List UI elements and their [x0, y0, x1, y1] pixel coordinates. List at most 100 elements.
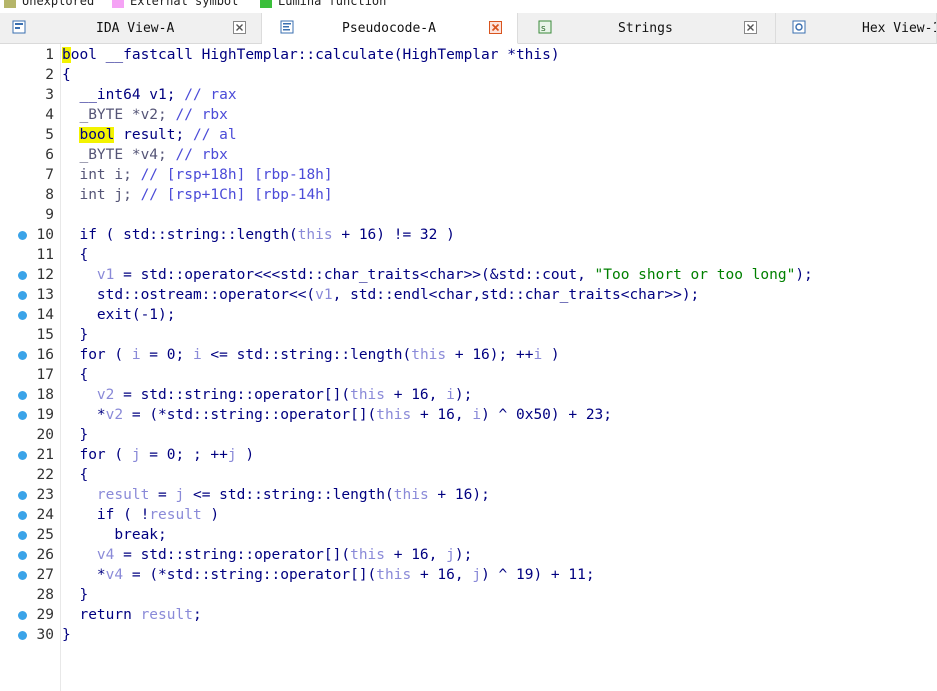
code-line[interactable]: 11 { — [0, 245, 937, 265]
code-line[interactable]: 9 — [0, 205, 937, 225]
breakpoint-marker-icon[interactable] — [18, 351, 27, 360]
line-number: 19 — [36, 407, 54, 423]
code-line[interactable]: 3 __int64 v1; // rax — [0, 85, 937, 105]
pseudocode-icon — [280, 20, 294, 34]
code-line[interactable]: 15 } — [0, 325, 937, 345]
code-text: if ( !result ) — [62, 505, 219, 525]
code-line[interactable]: 1 bool __fastcall HighTemplar::calculate(… — [0, 45, 937, 65]
breakpoint-marker-icon[interactable] — [18, 611, 27, 620]
code-line[interactable]: 29 return result; — [0, 605, 937, 625]
code-line[interactable]: 17 { — [0, 365, 937, 385]
code-token: + 16, — [411, 567, 473, 583]
code-token: * — [62, 407, 106, 423]
code-line[interactable]: 14 exit(-1); — [0, 305, 937, 325]
code-line[interactable]: 10 if ( std::string::length(this + 16) !… — [0, 225, 937, 245]
code-line[interactable]: 13 std::ostream::operator<<(v1, std::end… — [0, 285, 937, 305]
line-number: 5 — [45, 127, 54, 143]
tab-bar: IDA View-A Pseudocode-A s Strings Hex Vi… — [0, 13, 937, 44]
code-line[interactable]: 24 if ( !result ) — [0, 505, 937, 525]
breakpoint-marker-icon[interactable] — [18, 511, 27, 520]
code-line[interactable]: 26 v4 = std::string::operator[](this + 1… — [0, 545, 937, 565]
code-token: __int64 v1; — [62, 87, 185, 103]
code-token: = std::operator<<<std::char_traits<char>… — [114, 267, 595, 283]
code-line[interactable]: 2{ — [0, 65, 937, 85]
code-token: <= std::string::length( — [201, 347, 412, 363]
code-token: // rbx — [175, 107, 228, 123]
code-text: v4 = std::string::operator[](this + 16, … — [62, 545, 472, 565]
code-token: , std::endl<char,std::char_traits<char>>… — [332, 287, 700, 303]
code-line[interactable]: 22 { — [0, 465, 937, 485]
code-token: v4 — [105, 567, 124, 583]
code-token: return — [62, 607, 141, 623]
code-token: // [rsp+18h] [rbp-18h] — [140, 167, 333, 183]
close-icon[interactable] — [233, 21, 246, 34]
tab-pseudocode-a[interactable]: Pseudocode-A — [262, 13, 518, 44]
pseudocode-editor[interactable]: 1 bool __fastcall HighTemplar::calculate(… — [0, 44, 937, 691]
code-line[interactable]: 8 int j; // [rsp+1Ch] [rbp-14h] — [0, 185, 937, 205]
ida-view-icon — [12, 20, 26, 34]
code-line[interactable]: 5 bool result; // al — [0, 125, 937, 145]
code-line[interactable]: 30} — [0, 625, 937, 645]
tab-label: Strings — [618, 21, 673, 36]
code-line[interactable]: 21 for ( j = 0; ; ++j ) — [0, 445, 937, 465]
code-token: for ( — [62, 347, 132, 363]
code-token: j — [175, 487, 185, 503]
code-token: + 16, — [385, 547, 447, 563]
code-line[interactable]: 28 } — [0, 585, 937, 605]
breakpoint-marker-icon[interactable] — [18, 411, 27, 420]
code-token: } — [62, 627, 71, 643]
breakpoint-marker-icon[interactable] — [18, 391, 27, 400]
code-token: result — [149, 507, 202, 523]
code-token: this — [376, 567, 412, 583]
line-number: 28 — [36, 587, 54, 603]
code-text: _BYTE *v2; // rbx — [62, 105, 228, 125]
line-number: 4 — [45, 107, 54, 123]
breakpoint-marker-icon[interactable] — [18, 571, 27, 580]
code-line[interactable]: 19 *v2 = (*std::string::operator[](this … — [0, 405, 937, 425]
close-icon[interactable] — [489, 21, 502, 34]
code-line[interactable]: 12 v1 = std::operator<<<std::char_traits… — [0, 265, 937, 285]
code-line[interactable]: 23 result = j <= std::string::length(thi… — [0, 485, 937, 505]
breakpoint-marker-icon[interactable] — [18, 451, 27, 460]
code-token: if ( std::string::length( — [62, 227, 298, 243]
breakpoint-marker-icon[interactable] — [18, 491, 27, 500]
code-line[interactable]: 20 } — [0, 425, 937, 445]
close-icon[interactable] — [744, 21, 757, 34]
code-token: { — [62, 467, 89, 483]
line-number: 7 — [45, 167, 54, 183]
tab-hex-view-1[interactable]: Hex View-1 — [776, 13, 937, 43]
code-token: std::ostream::operator<<( — [62, 287, 316, 303]
code-text: v1 = std::operator<<<std::char_traits<ch… — [62, 265, 813, 285]
code-line[interactable]: 25 break; — [0, 525, 937, 545]
breakpoint-marker-icon[interactable] — [18, 231, 27, 240]
code-token: _BYTE *v4; — [62, 147, 176, 163]
code-line[interactable]: 27 *v4 = (*std::string::operator[](this … — [0, 565, 937, 585]
line-number: 8 — [45, 187, 54, 203]
line-number: 17 — [36, 367, 54, 383]
code-line[interactable]: 18 v2 = std::string::operator[](this + 1… — [0, 385, 937, 405]
code-token: j — [472, 567, 482, 583]
code-line[interactable]: 7 int i; // [rsp+18h] [rbp-18h] — [0, 165, 937, 185]
tab-ida-view-a[interactable]: IDA View-A — [0, 13, 262, 43]
line-number: 29 — [36, 607, 54, 623]
legend-label: External symbol — [130, 0, 239, 8]
line-number: 10 — [36, 227, 54, 243]
code-token: ool __fastcall HighTemplar::calculate(Hi… — [70, 47, 560, 63]
breakpoint-marker-icon[interactable] — [18, 531, 27, 540]
line-number: 18 — [36, 387, 54, 403]
tab-label: Pseudocode-A — [342, 21, 436, 36]
code-token: this — [376, 407, 412, 423]
tab-strings[interactable]: s Strings — [518, 13, 776, 43]
breakpoint-marker-icon[interactable] — [18, 551, 27, 560]
breakpoint-marker-icon[interactable] — [18, 311, 27, 320]
breakpoint-marker-icon[interactable] — [18, 271, 27, 280]
breakpoint-marker-icon[interactable] — [18, 631, 27, 640]
code-line[interactable]: 6 _BYTE *v4; // rbx — [0, 145, 937, 165]
breakpoint-marker-icon[interactable] — [18, 291, 27, 300]
code-line[interactable]: 4 _BYTE *v2; // rbx — [0, 105, 937, 125]
code-token: i — [192, 347, 202, 363]
code-line[interactable]: 16 for ( i = 0; i <= std::string::length… — [0, 345, 937, 365]
code-text: *v2 = (*std::string::operator[](this + 1… — [62, 405, 612, 425]
